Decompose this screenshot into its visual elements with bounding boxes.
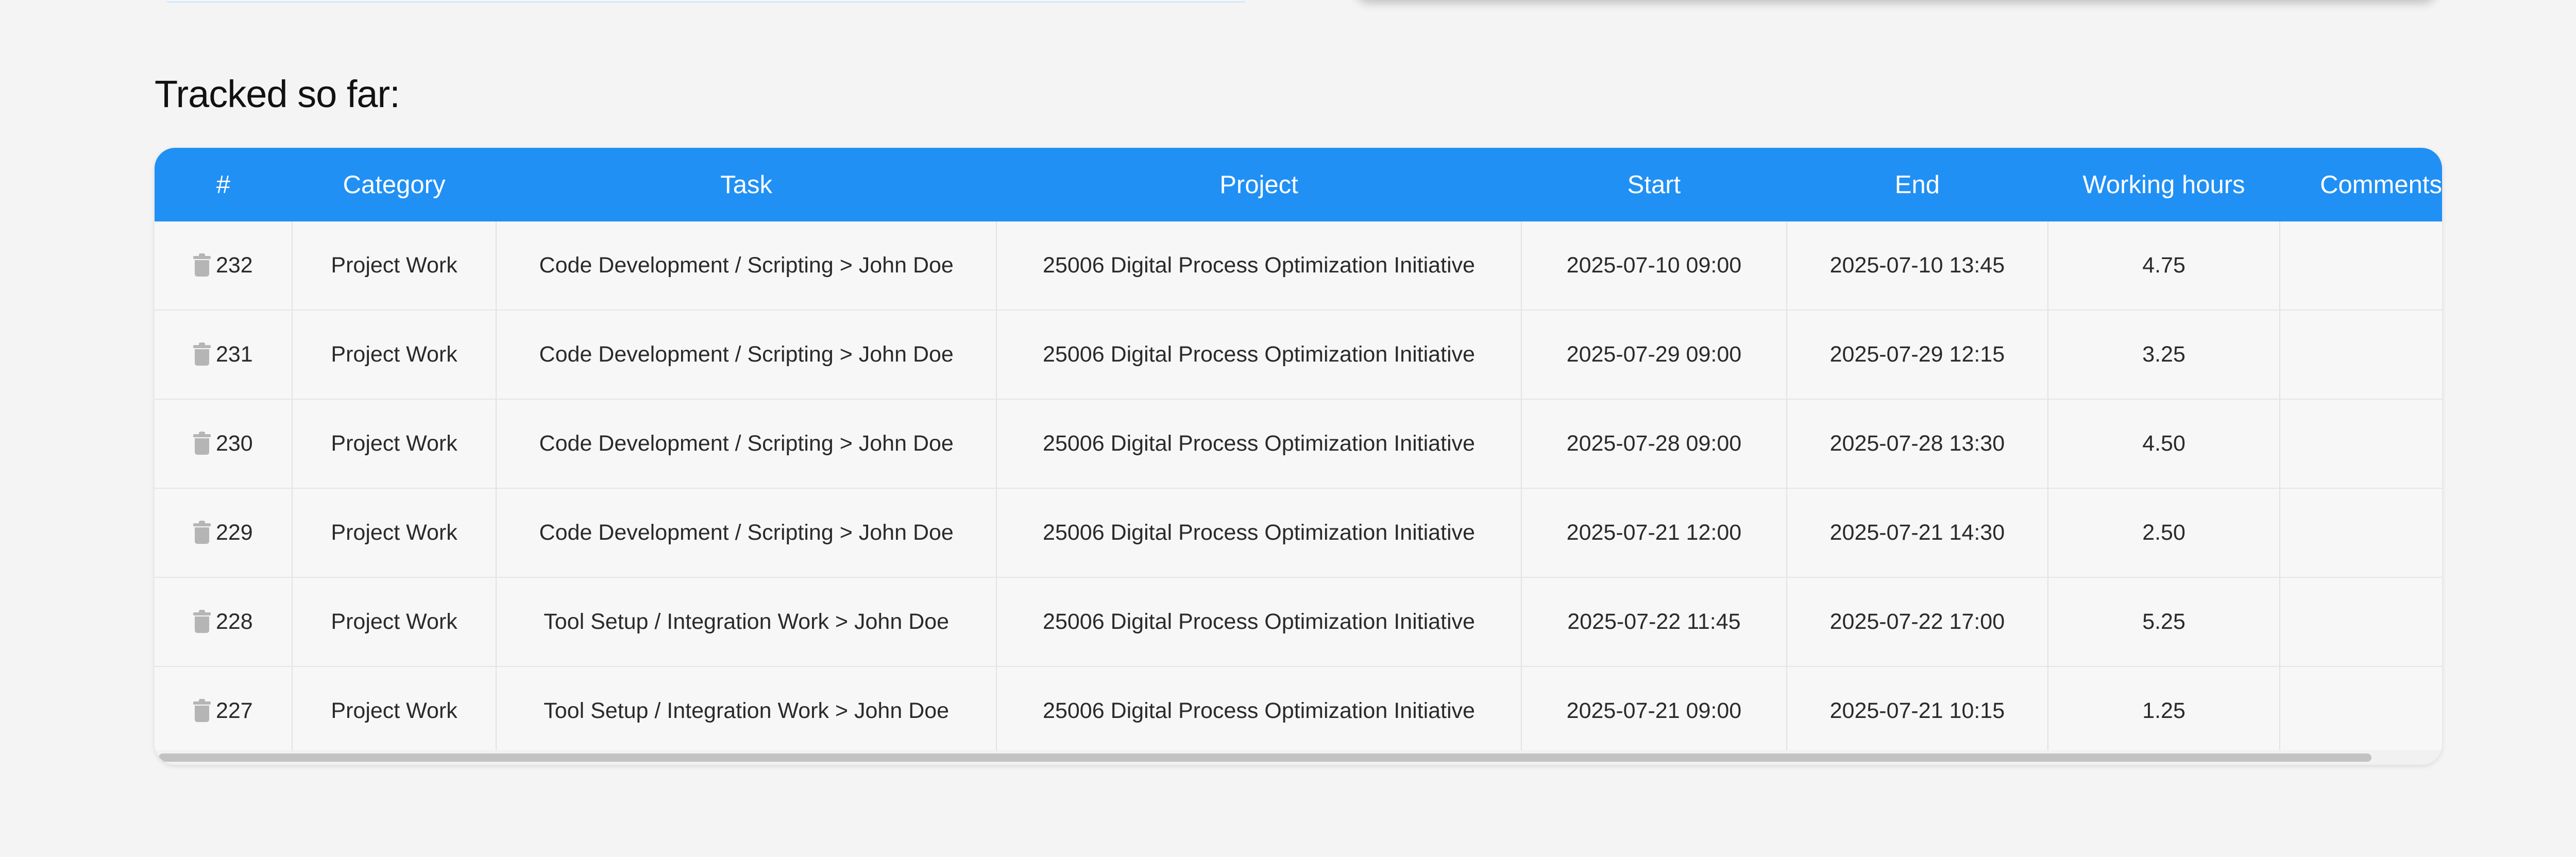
hours-cell: 1.25 [2048,666,2281,756]
column-header-comments[interactable]: Comments [2280,148,2442,221]
hours-cell: 5.25 [2048,577,2281,667]
comment-cell [2280,666,2442,756]
project-cell: 25006 Digital Process Optimization Initi… [996,221,1522,311]
end-cell: 2025-07-29 12:15 [1786,310,2049,400]
trash-icon[interactable] [193,431,211,455]
table-row: 229 Project Work Code Development / Scri… [155,488,2442,578]
entry-id: 227 [215,698,253,723]
category-cell: Project Work [292,666,497,756]
column-header-start[interactable]: Start [1521,148,1787,221]
id-cell: 228 [155,577,293,667]
end-cell: 2025-07-10 13:45 [1786,221,2049,311]
table-row: 227 Project Work Tool Setup / Integratio… [155,666,2442,756]
id-cell: 232 [155,221,293,311]
column-header-id[interactable]: # [155,148,292,221]
entry-id: 230 [215,431,253,456]
id-cell: 229 [155,488,293,578]
table-row: 232 Project Work Code Development / Scri… [155,221,2442,311]
project-cell: 25006 Digital Process Optimization Initi… [996,310,1522,400]
tracked-entries-table: # Category Task Project Start End Workin… [155,148,2442,756]
trash-icon[interactable] [193,520,211,544]
category-cell: Project Work [292,221,497,311]
category-cell: Project Work [292,488,497,578]
scrollbar-thumb[interactable] [159,753,2371,762]
table-header-row: # Category Task Project Start End Workin… [155,148,2442,221]
comment-cell [2280,488,2442,578]
task-cell: Code Development / Scripting > John Doe [496,221,997,311]
start-cell: 2025-07-28 09:00 [1521,399,1787,489]
category-cell: Project Work [292,577,497,667]
id-cell: 227 [155,666,293,756]
project-cell: 25006 Digital Process Optimization Initi… [996,399,1522,489]
column-header-working-hours[interactable]: Working hours [2048,148,2280,221]
table-row: 230 Project Work Code Development / Scri… [155,399,2442,489]
comment-cell [2280,310,2442,400]
column-header-project[interactable]: Project [996,148,1521,221]
tracked-entries-table-card: # Category Task Project Start End Workin… [155,148,2442,765]
project-cell: 25006 Digital Process Optimization Initi… [996,666,1522,756]
end-cell: 2025-07-21 14:30 [1786,488,2049,578]
top-left-card-edge [166,0,1245,3]
end-cell: 2025-07-28 13:30 [1786,399,2049,489]
entry-id: 229 [215,520,253,545]
project-cell: 25006 Digital Process Optimization Initi… [996,577,1522,667]
id-cell: 231 [155,310,293,400]
start-cell: 2025-07-29 09:00 [1521,310,1787,400]
trash-icon[interactable] [193,698,211,722]
hours-cell: 4.75 [2048,221,2281,311]
project-cell: 25006 Digital Process Optimization Initi… [996,488,1522,578]
end-cell: 2025-07-21 10:15 [1786,666,2049,756]
category-cell: Project Work [292,310,497,400]
comment-cell [2280,221,2442,311]
task-cell: Code Development / Scripting > John Doe [496,488,997,578]
column-header-end[interactable]: End [1787,148,2048,221]
trash-icon[interactable] [193,342,211,366]
column-header-task[interactable]: Task [496,148,996,221]
id-cell: 230 [155,399,293,489]
entry-id: 232 [215,253,253,278]
hours-cell: 3.25 [2048,310,2281,400]
section-title: Tracked so far: [155,73,400,115]
start-cell: 2025-07-10 09:00 [1521,221,1787,311]
column-header-category[interactable]: Category [292,148,497,221]
comment-cell [2280,399,2442,489]
hours-cell: 2.50 [2048,488,2281,578]
table-row: 228 Project Work Tool Setup / Integratio… [155,577,2442,667]
task-cell: Tool Setup / Integration Work > John Doe [496,666,997,756]
comment-cell [2280,577,2442,667]
hours-cell: 4.50 [2048,399,2281,489]
task-cell: Code Development / Scripting > John Doe [496,399,997,489]
horizontal-scrollbar[interactable] [155,750,2442,765]
start-cell: 2025-07-21 09:00 [1521,666,1787,756]
task-cell: Code Development / Scripting > John Doe [496,310,997,400]
table-row: 231 Project Work Code Development / Scri… [155,310,2442,400]
start-cell: 2025-07-22 11:45 [1521,577,1787,667]
entry-id: 228 [215,609,253,634]
category-cell: Project Work [292,399,497,489]
task-cell: Tool Setup / Integration Work > John Doe [496,577,997,667]
end-cell: 2025-07-22 17:00 [1786,577,2049,667]
trash-icon[interactable] [193,253,211,277]
entry-id: 231 [215,342,253,367]
start-cell: 2025-07-21 12:00 [1521,488,1787,578]
trash-icon[interactable] [193,609,211,633]
